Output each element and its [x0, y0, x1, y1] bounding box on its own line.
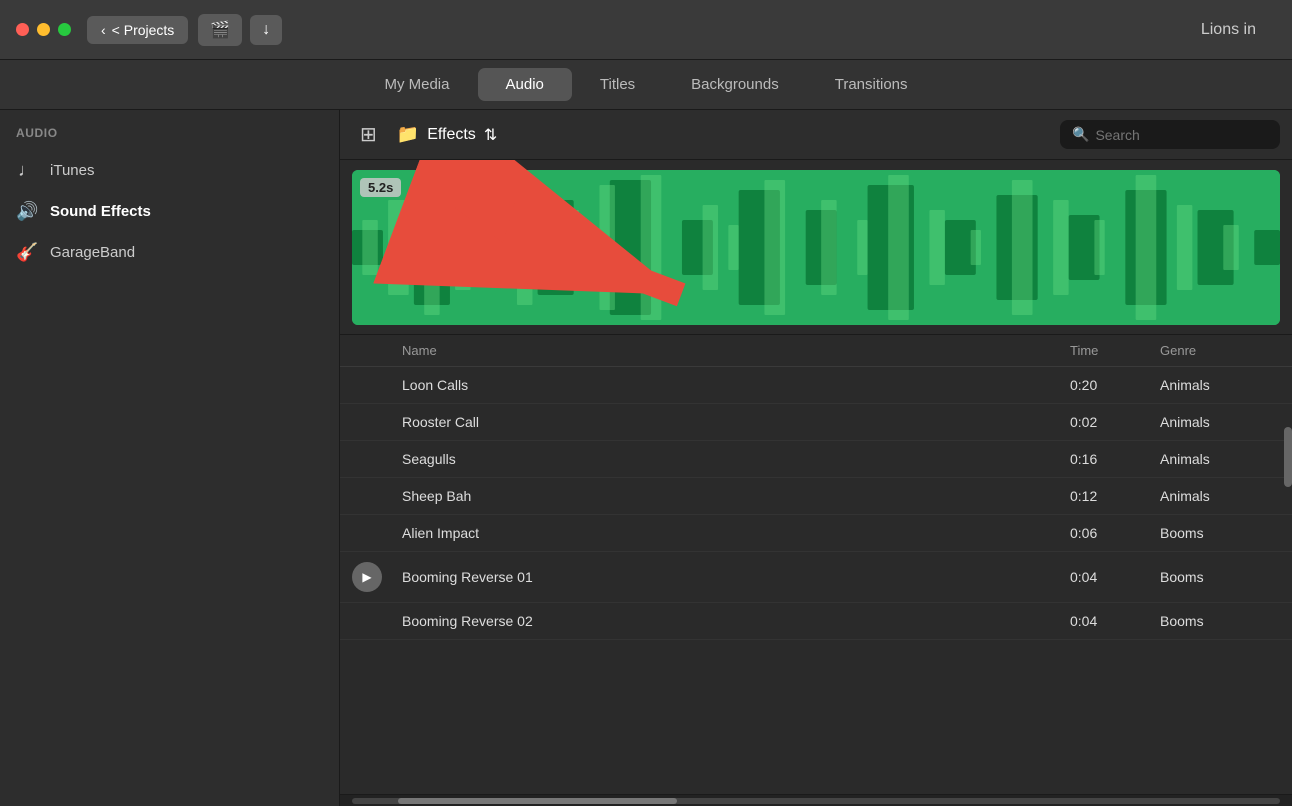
sidebar-item-label: Sound Effects: [50, 203, 151, 220]
genre-cell: Animals: [1160, 377, 1280, 393]
time-cell: 0:12: [1070, 488, 1160, 504]
sidebar-item-label: GarageBand: [50, 244, 135, 261]
table-row[interactable]: Alien Impact 0:06 Booms: [340, 515, 1292, 552]
genre-cell: Booms: [1160, 613, 1280, 629]
play-button[interactable]: ▶: [352, 562, 382, 592]
speaker-icon: 🔊: [16, 201, 38, 222]
window-title: Lions in: [1201, 21, 1276, 39]
sidebar: AUDIO ♩ iTunes 🔊 Sound Effects 🎸 GarageB…: [0, 110, 340, 806]
close-button[interactable]: [16, 23, 29, 36]
minimize-button[interactable]: [37, 23, 50, 36]
genre-cell: Booms: [1160, 525, 1280, 541]
table-row[interactable]: Booming Reverse 02 0:04 Booms: [340, 603, 1292, 640]
back-icon: ‹: [101, 22, 106, 38]
name-cell: Seagulls: [402, 451, 1070, 467]
titlebar: ‹ < Projects 🎬 ↓ Lions in: [0, 0, 1292, 60]
col-header-genre: Genre: [1160, 343, 1280, 358]
projects-label: < Projects: [112, 22, 175, 38]
sidebar-item-sound-effects[interactable]: 🔊 Sound Effects: [0, 191, 339, 232]
download-icon-button[interactable]: ↓: [250, 15, 282, 45]
waveform-container: 5.2s: [352, 170, 1280, 325]
table-rows-container: Loon Calls 0:20 Animals Rooster Call 0:0…: [340, 367, 1292, 640]
folder-name: Effects: [427, 126, 476, 144]
tab-titles[interactable]: Titles: [572, 68, 663, 101]
waveform-svg: [352, 170, 1280, 325]
time-cell: 0:04: [1070, 613, 1160, 629]
col-header-play: [352, 343, 402, 358]
bottom-scrollbar-track[interactable]: [352, 798, 1280, 804]
time-cell: 0:20: [1070, 377, 1160, 393]
chevron-up-down-icon: ⇅: [484, 125, 497, 145]
projects-button[interactable]: ‹ < Projects: [87, 16, 188, 44]
folder-selector-button[interactable]: 📁 Effects ⇅: [397, 124, 497, 145]
vertical-scrollbar-thumb[interactable]: [1284, 427, 1292, 487]
main-layout: AUDIO ♩ iTunes 🔊 Sound Effects 🎸 GarageB…: [0, 110, 1292, 806]
time-cell: 0:06: [1070, 525, 1160, 541]
time-cell: 0:02: [1070, 414, 1160, 430]
content-area: ⊞ 📁 Effects ⇅ 🔍 5.2s: [340, 110, 1292, 806]
name-cell: Loon Calls: [402, 377, 1070, 393]
nav-tabs: My Media Audio Titles Backgrounds Transi…: [0, 60, 1292, 110]
table-row[interactable]: Sheep Bah 0:12 Animals: [340, 478, 1292, 515]
search-input[interactable]: [1095, 127, 1268, 143]
table-header: Name Time Genre: [340, 335, 1292, 367]
music-icon: ♩: [16, 160, 38, 181]
table-row[interactable]: Rooster Call 0:02 Animals: [340, 404, 1292, 441]
bottom-scrollbar: [340, 794, 1292, 806]
waveform-area: 5.2s: [340, 160, 1292, 335]
genre-cell: Animals: [1160, 414, 1280, 430]
name-cell: Rooster Call: [402, 414, 1070, 430]
genre-cell: Booms: [1160, 569, 1280, 585]
tab-audio[interactable]: Audio: [478, 68, 572, 101]
traffic-lights: [16, 23, 71, 36]
table-row[interactable]: ▶ Booming Reverse 01 0:04 Booms: [340, 552, 1292, 603]
tab-transitions[interactable]: Transitions: [807, 68, 936, 101]
table-row[interactable]: Seagulls 0:16 Animals: [340, 441, 1292, 478]
waveform-time-badge: 5.2s: [360, 178, 401, 197]
table-row[interactable]: Loon Calls 0:20 Animals: [340, 367, 1292, 404]
grid-view-button[interactable]: ⊞: [352, 118, 385, 151]
sidebar-item-itunes[interactable]: ♩ iTunes: [0, 150, 339, 191]
sidebar-item-garageband[interactable]: 🎸 GarageBand: [0, 232, 339, 273]
bottom-scrollbar-thumb[interactable]: [398, 798, 676, 804]
time-cell: 0:04: [1070, 569, 1160, 585]
table-area[interactable]: Name Time Genre Loon Calls 0:20 Animals …: [340, 335, 1292, 640]
name-cell: Booming Reverse 01: [402, 569, 1070, 585]
sidebar-section-label: AUDIO: [0, 126, 339, 150]
play-cell[interactable]: ▶: [352, 562, 402, 592]
time-cell: 0:16: [1070, 451, 1160, 467]
genre-cell: Animals: [1160, 451, 1280, 467]
col-header-name: Name: [402, 343, 1070, 358]
film-icon-button[interactable]: 🎬: [198, 14, 242, 46]
name-cell: Sheep Bah: [402, 488, 1070, 504]
name-cell: Alien Impact: [402, 525, 1070, 541]
sidebar-item-label: iTunes: [50, 162, 94, 179]
folder-icon: 📁: [397, 124, 419, 145]
search-box: 🔍: [1060, 120, 1280, 149]
search-icon: 🔍: [1072, 126, 1089, 143]
name-cell: Booming Reverse 02: [402, 613, 1070, 629]
content-toolbar: ⊞ 📁 Effects ⇅ 🔍: [340, 110, 1292, 160]
tab-backgrounds[interactable]: Backgrounds: [663, 68, 807, 101]
tab-my-media[interactable]: My Media: [356, 68, 477, 101]
guitar-icon: 🎸: [16, 242, 38, 263]
col-header-time: Time: [1070, 343, 1160, 358]
table-wrapper: Name Time Genre Loon Calls 0:20 Animals …: [340, 335, 1292, 794]
genre-cell: Animals: [1160, 488, 1280, 504]
maximize-button[interactable]: [58, 23, 71, 36]
